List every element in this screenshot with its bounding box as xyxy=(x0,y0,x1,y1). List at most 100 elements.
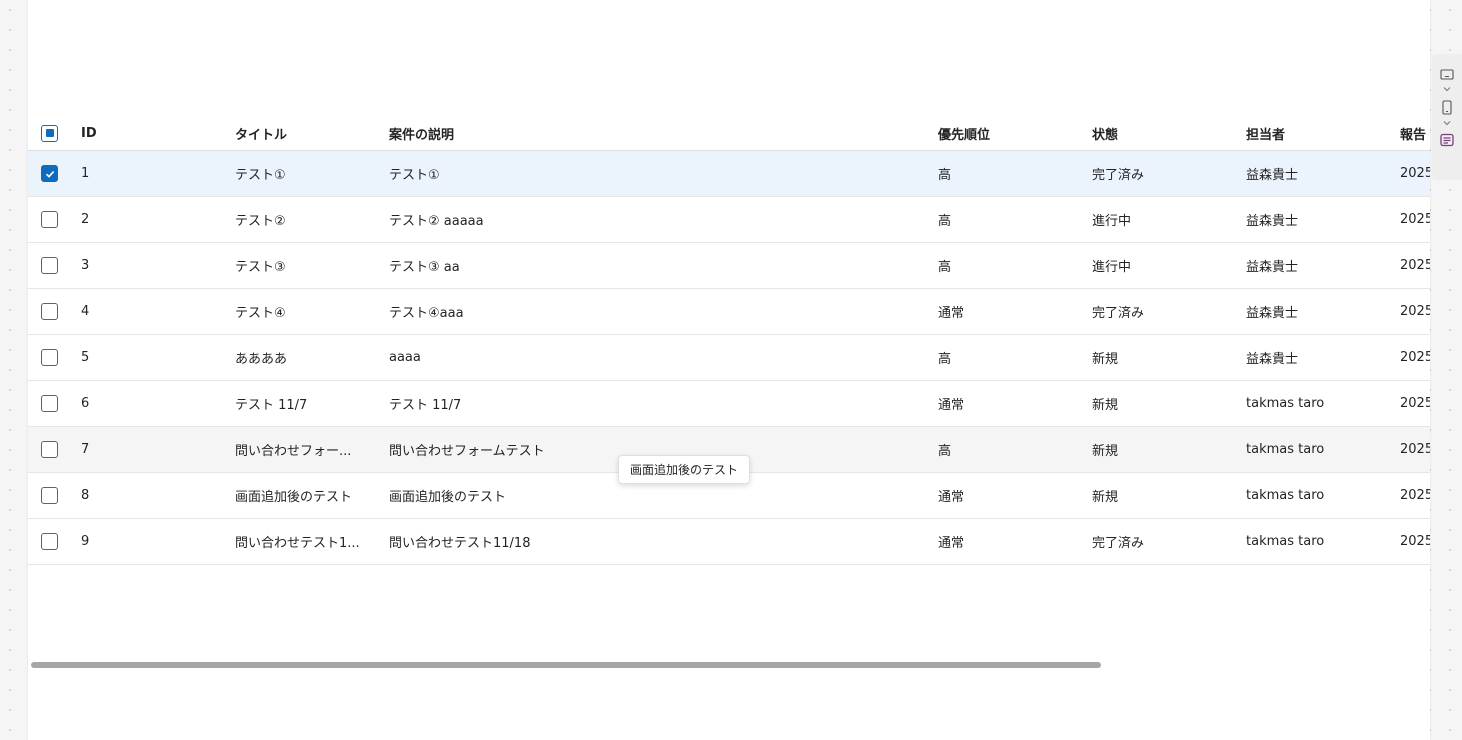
cell-id[interactable]: 2 xyxy=(81,197,221,242)
column-header-id[interactable]: ID xyxy=(81,116,221,150)
column-header-status[interactable]: 状態 xyxy=(1092,116,1232,150)
desktop-view-button[interactable] xyxy=(1439,68,1455,94)
cell-status[interactable]: 新規 xyxy=(1092,335,1232,380)
cell-status[interactable]: 新規 xyxy=(1092,427,1232,472)
cell-title[interactable]: テスト 11/7 xyxy=(235,381,375,426)
cell-id[interactable]: 3 xyxy=(81,243,221,288)
row-checkbox[interactable] xyxy=(41,395,58,412)
cell-title[interactable]: ああああ xyxy=(235,335,375,380)
row-checkbox[interactable] xyxy=(41,533,58,550)
cell-priority[interactable]: 通常 xyxy=(938,289,1078,334)
cell-status[interactable]: 新規 xyxy=(1092,473,1232,518)
chevron-down-icon xyxy=(1443,87,1451,92)
cell-owner[interactable]: takmas taro xyxy=(1246,519,1386,564)
row-checkbox[interactable] xyxy=(41,257,58,274)
cell-owner[interactable]: 益森貴士 xyxy=(1246,151,1386,196)
cell-report[interactable]: 2025 xyxy=(1400,197,1430,242)
cell-report[interactable]: 2025 xyxy=(1400,519,1430,564)
cell-status[interactable]: 完了済み xyxy=(1092,151,1232,196)
cell-title[interactable]: テスト④ xyxy=(235,289,375,334)
table-row[interactable]: 3 テスト③ テスト③ aa 高進行中 益森貴士 2025 xyxy=(28,243,1430,289)
cell-priority[interactable]: 高 xyxy=(938,197,1078,242)
cell-id[interactable]: 4 xyxy=(81,289,221,334)
select-all-checkbox[interactable] xyxy=(41,124,58,142)
cell-description[interactable]: aaaa xyxy=(389,335,929,380)
cell-description[interactable]: テスト② aaaaa xyxy=(389,197,929,242)
cell-title[interactable]: 画面追加後のテスト xyxy=(235,473,375,518)
cell-id[interactable]: 1 xyxy=(81,151,221,196)
cell-report[interactable]: 2025 xyxy=(1400,289,1430,334)
cell-priority[interactable]: 高 xyxy=(938,243,1078,288)
column-header-title[interactable]: タイトル xyxy=(235,116,375,150)
cell-report[interactable]: 2025 xyxy=(1400,473,1430,518)
cell-status[interactable]: 完了済み xyxy=(1092,289,1232,334)
row-checkbox[interactable] xyxy=(41,303,58,320)
cell-priority[interactable]: 高 xyxy=(938,151,1078,196)
cell-description[interactable]: テスト④aaa xyxy=(389,289,929,334)
cell-description[interactable]: テスト③ aa xyxy=(389,243,929,288)
cell-title[interactable]: 問い合わせフォー... xyxy=(235,427,375,472)
row-checkbox[interactable] xyxy=(41,165,58,182)
cell-owner[interactable]: takmas taro xyxy=(1246,473,1386,518)
cell-id[interactable]: 5 xyxy=(81,335,221,380)
cell-report[interactable]: 2025 xyxy=(1400,381,1430,426)
cell-owner[interactable]: takmas taro xyxy=(1246,381,1386,426)
column-header-priority[interactable]: 優先順位 xyxy=(938,116,1078,150)
cell-priority[interactable]: 通常 xyxy=(938,519,1078,564)
cell-owner[interactable]: 益森貴士 xyxy=(1246,197,1386,242)
cell-title[interactable]: テスト③ xyxy=(235,243,375,288)
cell-id[interactable]: 7 xyxy=(81,427,221,472)
cell-title[interactable]: テスト② xyxy=(235,197,375,242)
table-row[interactable]: 5 ああああ aaaa 高新規 益森貴士 2025 xyxy=(28,335,1430,381)
row-checkbox[interactable] xyxy=(41,349,58,366)
cell-owner[interactable]: 益森貴士 xyxy=(1246,335,1386,380)
row-select-cell xyxy=(41,473,61,518)
cell-status[interactable]: 新規 xyxy=(1092,381,1232,426)
row-select-cell xyxy=(41,197,61,242)
table-row[interactable]: 1 テスト① テスト① 高完了済み 益森貴士 2025 xyxy=(28,151,1430,197)
row-select-cell xyxy=(41,381,61,426)
column-header-owner[interactable]: 担当者 xyxy=(1246,116,1386,150)
form-icon xyxy=(1440,133,1454,147)
cell-id[interactable]: 8 xyxy=(81,473,221,518)
form-view-button[interactable] xyxy=(1439,132,1455,148)
cell-description[interactable]: 問い合わせテスト11/18 xyxy=(389,519,929,564)
phone-view-button[interactable] xyxy=(1440,100,1454,128)
cell-owner[interactable]: 益森貴士 xyxy=(1246,243,1386,288)
cell-description[interactable]: テスト① xyxy=(389,151,929,196)
row-checkbox[interactable] xyxy=(41,211,58,228)
cell-id[interactable]: 9 xyxy=(81,519,221,564)
cell-title[interactable]: 問い合わせテスト1... xyxy=(235,519,375,564)
cell-report[interactable]: 2025 xyxy=(1400,151,1430,196)
cell-description[interactable]: テスト 11/7 xyxy=(389,381,929,426)
cell-id[interactable]: 6 xyxy=(81,381,221,426)
cell-report[interactable]: 2025 xyxy=(1400,427,1430,472)
table-row[interactable]: 9 問い合わせテスト1... 問い合わせテスト11/18 通常 完了済み takmas t… xyxy=(28,519,1430,565)
column-header-description[interactable]: 案件の説明 xyxy=(389,116,929,150)
cell-title[interactable]: テスト① xyxy=(235,151,375,196)
phone-icon xyxy=(1442,100,1452,115)
cell-priority[interactable]: 通常 xyxy=(938,473,1078,518)
cell-tooltip: 画面追加後のテスト xyxy=(618,455,751,484)
cell-report[interactable]: 2025 xyxy=(1400,335,1430,380)
cell-owner[interactable]: takmas taro xyxy=(1246,427,1386,472)
cell-owner[interactable]: 益森貴士 xyxy=(1246,289,1386,334)
table-row[interactable]: 6 テスト 11/7 テスト 11/7 通常 新規 takmas taro 2025 xyxy=(28,381,1430,427)
cell-status[interactable]: 進行中 xyxy=(1092,243,1232,288)
cell-priority[interactable]: 通常 xyxy=(938,381,1078,426)
data-grid: ID タイトル 案件の説明 優先順位 状態 担当者 報告 1 テスト① テスト① 高完… xyxy=(28,116,1430,565)
cell-priority[interactable]: 高 xyxy=(938,335,1078,380)
chevron-down-icon xyxy=(1443,121,1451,126)
app-canvas: ID タイトル 案件の説明 優先順位 状態 担当者 報告 1 テスト① テスト① 高完… xyxy=(28,0,1430,740)
table-row[interactable]: 4 テスト④ テスト④aaa 通常 完了済み 益森貴士 2025 xyxy=(28,289,1430,335)
cell-status[interactable]: 進行中 xyxy=(1092,197,1232,242)
horizontal-scrollbar[interactable] xyxy=(31,662,1101,668)
table-row[interactable]: 2 テスト② テスト② aaaaa 高進行中 益森貴士 2025 xyxy=(28,197,1430,243)
column-header-report[interactable]: 報告 xyxy=(1400,116,1430,150)
row-select-cell xyxy=(41,243,61,288)
row-checkbox[interactable] xyxy=(41,487,58,504)
cell-report[interactable]: 2025 xyxy=(1400,243,1430,288)
cell-status[interactable]: 完了済み xyxy=(1092,519,1232,564)
row-checkbox[interactable] xyxy=(41,441,58,458)
cell-priority[interactable]: 高 xyxy=(938,427,1078,472)
